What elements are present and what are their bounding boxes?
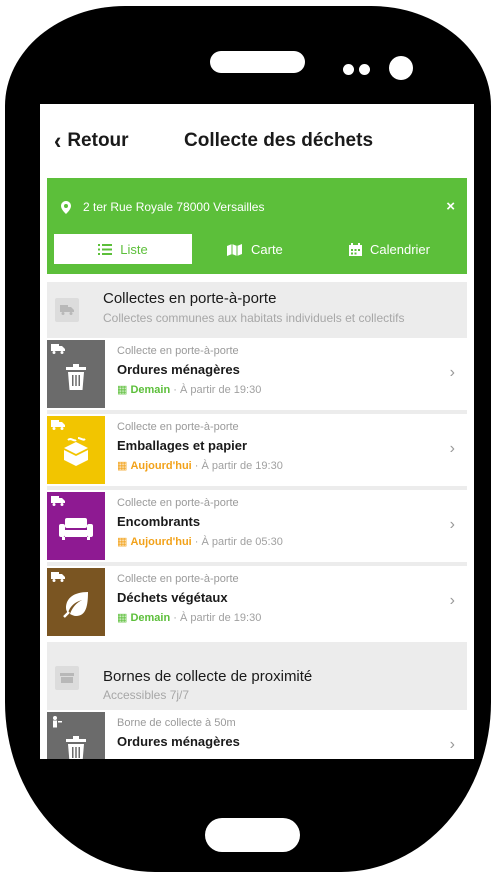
packaging-icon: [64, 437, 88, 466]
chevron-right-icon: ›: [449, 592, 455, 609]
app-screen: ‹ Retour Collecte des déchets 2 ter Rue …: [40, 104, 474, 759]
item-name: Déchets végétaux: [117, 590, 228, 605]
truck-icon: [55, 298, 79, 322]
trash-can-icon: [66, 364, 86, 390]
back-label: Retour: [67, 130, 129, 151]
address-panel: 2 ter Rue Royale 78000 Versailles × List…: [47, 178, 467, 274]
item-category: Collecte en porte-à-porte: [117, 497, 239, 509]
phone-sensor-dot: [343, 64, 354, 75]
address-text: 2 ter Rue Royale 78000 Versailles: [83, 200, 265, 214]
item-time: · À partir de 19:30: [170, 612, 262, 624]
category-tile: [47, 416, 105, 484]
item-category: Borne de collecte à 50m: [117, 717, 236, 729]
item-day: Aujourd'hui: [130, 460, 192, 472]
calendar-icon: ▦: [117, 460, 131, 472]
list-item[interactable]: Collecte en porte-à-porte Déchets végéta…: [47, 566, 467, 638]
item-category: Collecte en porte-à-porte: [117, 345, 239, 357]
item-name: Encombrants: [117, 514, 201, 529]
category-tile: [47, 568, 105, 636]
section-title: Bornes de collecte de proximité: [103, 668, 313, 685]
chevron-right-icon: ›: [449, 516, 455, 533]
list-icon: [98, 243, 113, 255]
item-time: · À partir de 19:30: [170, 384, 262, 396]
phone-home-button[interactable]: [205, 818, 300, 852]
item-name: Emballages et papier: [117, 438, 248, 453]
truck-icon: [51, 496, 65, 506]
app-header: ‹ Retour Collecte des déchets: [40, 104, 474, 178]
item-schedule: ▦ Aujourd'hui · À partir de 05:30: [117, 535, 283, 548]
item-schedule: ▦ Aujourd'hui · À partir de 19:30: [117, 459, 283, 472]
item-day: Demain: [130, 612, 171, 624]
section-subtitle: Accessibles 7j/7: [103, 688, 190, 702]
item-name: Ordures ménagères: [117, 362, 240, 377]
page-title: Collecte des déchets: [184, 130, 374, 151]
list-item[interactable]: Collecte en porte-à-porte Encombrants ▦ …: [47, 490, 467, 562]
item-name: Ordures ménagères: [117, 734, 240, 749]
sofa-icon: [59, 518, 93, 540]
tab-carte[interactable]: Carte: [227, 234, 283, 264]
chevron-right-icon: ›: [449, 440, 455, 457]
person-icon: [53, 716, 62, 728]
truck-icon: [51, 344, 65, 354]
item-category: Collecte en porte-à-porte: [117, 573, 239, 585]
trash-can-icon: [66, 736, 86, 759]
section-subtitle: Collectes communes aux habitats individu…: [103, 311, 405, 325]
section-door-to-door: Collectes en porte-à-porte Collectes com…: [47, 282, 467, 338]
item-schedule: ▦ Demain · À partir de 19:30: [117, 611, 261, 624]
close-icon[interactable]: ×: [446, 198, 455, 215]
chevron-left-icon: ‹: [54, 126, 62, 155]
list-item[interactable]: Collecte en porte-à-porte Ordures ménagè…: [47, 338, 467, 410]
item-schedule: ▦ Demain · À partir de 19:30: [117, 383, 261, 396]
back-button[interactable]: ‹ Retour: [54, 126, 129, 155]
tab-liste-label: Liste: [120, 241, 148, 257]
leaf-icon: [63, 592, 88, 618]
calendar-icon: ▦: [117, 612, 131, 624]
category-tile: [47, 492, 105, 560]
item-time: · À partir de 05:30: [191, 536, 283, 548]
calendar-icon: ▦: [117, 384, 131, 396]
list-item[interactable]: Collecte en porte-à-porte Emballages et …: [47, 414, 467, 486]
phone-camera: [389, 56, 413, 80]
tab-liste[interactable]: Liste: [54, 234, 192, 264]
item-time: · À partir de 19:30: [191, 460, 283, 472]
phone-sensor-dot: [359, 64, 370, 75]
list-item[interactable]: Borne de collecte à 50m Ordures ménagère…: [47, 710, 467, 759]
item-day: Demain: [130, 384, 171, 396]
address-bar[interactable]: 2 ter Rue Royale 78000 Versailles: [61, 200, 264, 214]
section-title: Collectes en porte-à-porte: [103, 290, 277, 307]
section-collection-points: Bornes de collecte de proximité Accessib…: [47, 642, 467, 710]
location-pin-icon: [61, 200, 71, 214]
chevron-right-icon: ›: [449, 736, 455, 753]
bin-icon: [55, 666, 79, 690]
item-day: Aujourd'hui: [130, 536, 192, 548]
chevron-right-icon: ›: [449, 364, 455, 381]
tab-calendrier[interactable]: Calendrier: [349, 234, 430, 264]
truck-icon: [51, 420, 65, 430]
tab-carte-label: Carte: [251, 241, 283, 257]
map-icon: [227, 243, 242, 256]
category-tile: [47, 340, 105, 408]
category-tile: [47, 712, 105, 759]
calendar-icon: ▦: [117, 536, 131, 548]
item-category: Collecte en porte-à-porte: [117, 421, 239, 433]
calendar-icon: [349, 242, 362, 256]
phone-speaker: [210, 51, 305, 73]
truck-icon: [51, 572, 65, 582]
tab-calendrier-label: Calendrier: [370, 241, 430, 257]
